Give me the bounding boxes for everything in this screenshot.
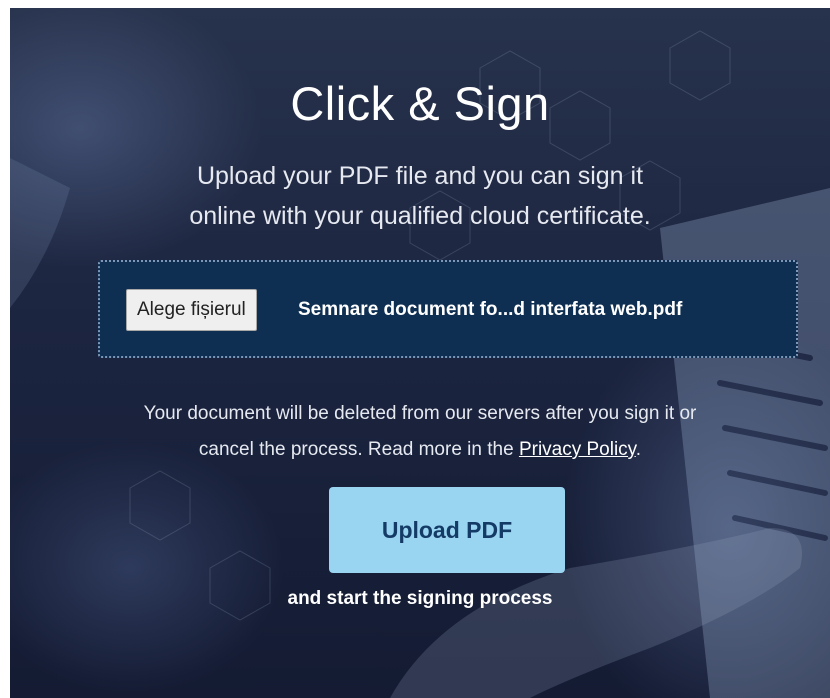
subtitle-line-1: Upload your PDF file and you can sign it — [196, 162, 644, 190]
privacy-policy-link[interactable]: Privacy Policy — [519, 439, 636, 460]
subtitle-line-2: online with your qualified cloud certifi… — [189, 202, 651, 230]
notice-line-2-end: . — [635, 439, 642, 460]
notice-line-2: cancel the process. Read more in the Pri… — [10, 432, 830, 468]
upload-pdf-button[interactable]: Upload PDF — [329, 487, 565, 573]
notice-line-1: Your document will be deleted from our s… — [143, 403, 697, 424]
page-subtitle: Upload your PDF file and you can sign it… — [10, 156, 830, 236]
file-dropzone[interactable]: Alege fișierul Semnare document fo...d i… — [98, 260, 798, 358]
page-title: Click & Sign — [290, 77, 550, 130]
selected-file-name: Semnare document fo...d interfata web.pd… — [298, 299, 683, 320]
upload-caption: and start the signing process — [287, 588, 553, 609]
notice-line-2-text: cancel the process. Read more in the — [198, 439, 519, 460]
privacy-notice: Your document will be deleted from our s… — [10, 396, 830, 468]
choose-file-button[interactable]: Alege fișierul — [126, 289, 257, 331]
hero-section: Click & Sign Upload your PDF file and yo… — [10, 8, 830, 698]
